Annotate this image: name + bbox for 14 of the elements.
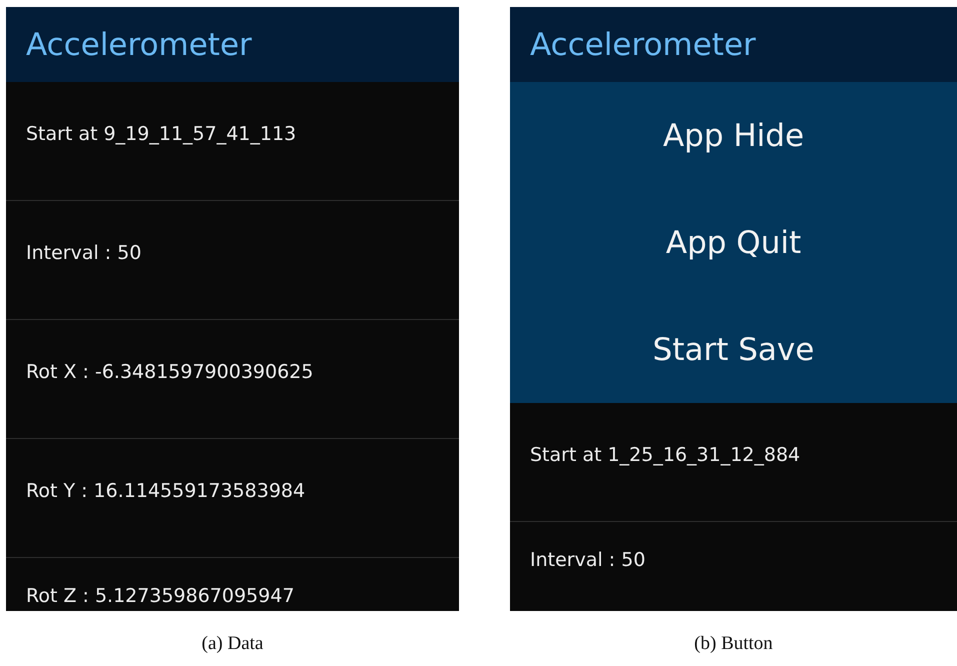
figure-caption: (b) Button	[694, 633, 773, 655]
data-text: Rot Y : 16.114559173583984	[26, 480, 306, 502]
data-text: Start at 9_19_11_57_41_113	[26, 123, 296, 145]
data-text: Interval : 50	[530, 549, 646, 571]
menu-item[interactable]: App Hide	[510, 82, 957, 189]
data-text: Rot X : -6.3481597900390625	[26, 361, 314, 383]
data-text: Interval : 50	[26, 242, 142, 264]
data-text: Start at 1_25_16_31_12_884	[530, 444, 800, 466]
menu-item[interactable]: Start Save	[510, 296, 957, 403]
app-title: Accelerometer	[26, 26, 252, 62]
app-title: Accelerometer	[530, 26, 756, 62]
figure-caption: (a) Data	[202, 633, 264, 655]
data-text: Rot Z : 5.127359867095947	[26, 585, 294, 607]
menu-item[interactable]: App Quit	[510, 189, 957, 296]
